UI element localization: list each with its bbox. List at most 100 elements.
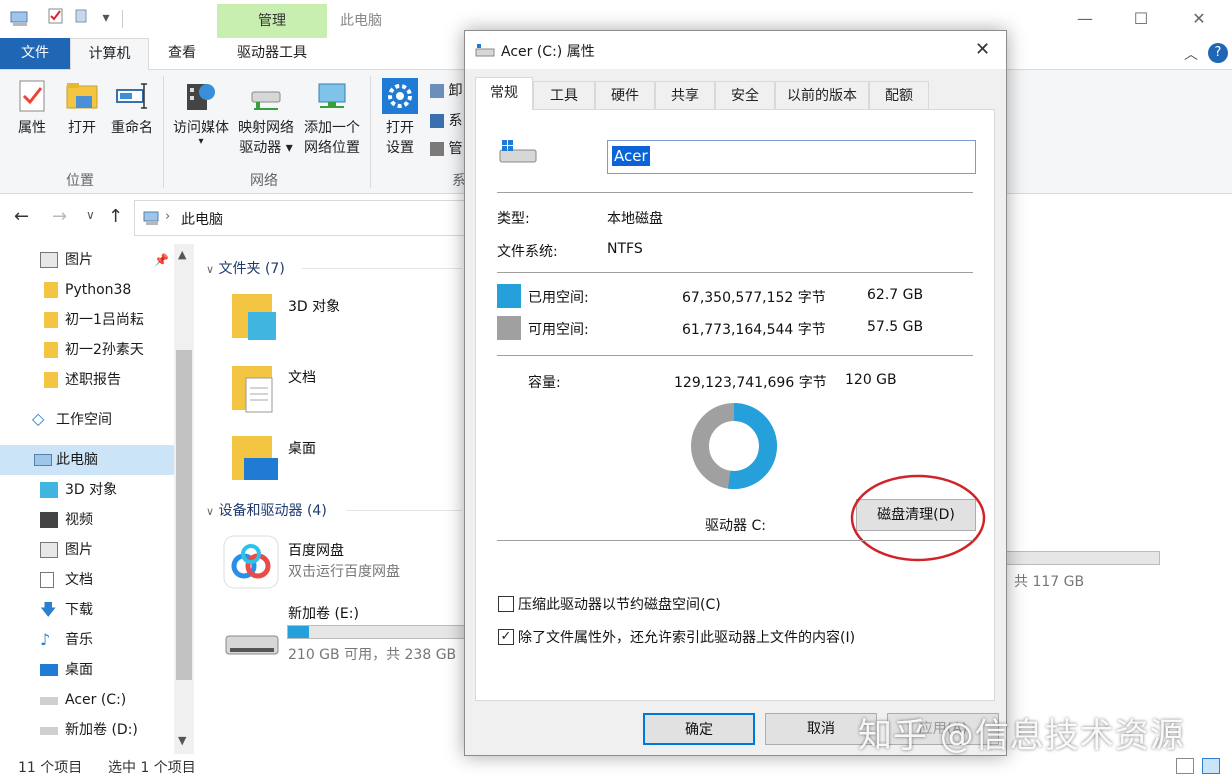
hard-drive-icon: [225, 635, 279, 655]
properties-quick-icon[interactable]: [46, 8, 66, 28]
separator: [497, 540, 973, 541]
capacity-label: 容量:: [528, 375, 561, 391]
tiles-view-icon[interactable]: [1202, 758, 1220, 774]
nav-item-pictures[interactable]: 图片: [0, 535, 174, 565]
back-icon[interactable]: ←: [14, 206, 29, 227]
add-network-location-button[interactable]: 添加一个 网络位置: [300, 78, 364, 158]
scroll-up-icon[interactable]: ▲: [178, 248, 186, 261]
rename-icon: [116, 83, 147, 109]
nav-item-drive-d[interactable]: 新加卷 (D:): [0, 715, 174, 745]
device-sub: 双击运行百度网盘: [288, 564, 400, 580]
folder-icon: [44, 342, 58, 358]
open-settings-label-2: 设置: [386, 140, 414, 156]
nav-item-music[interactable]: ♪ 音乐: [0, 625, 174, 655]
nav-item-report[interactable]: 述职报告: [0, 365, 174, 395]
minimize-button[interactable]: —: [1062, 2, 1108, 36]
manage-item[interactable]: 管: [430, 138, 462, 158]
index-checkbox[interactable]: ✓: [498, 629, 514, 645]
manage-label-partial: 管: [448, 141, 463, 157]
uninstall-program-item[interactable]: 卸: [430, 80, 462, 100]
access-media-button[interactable]: 访问媒体 ▾: [170, 78, 232, 147]
pin-icon[interactable]: 📌: [154, 245, 169, 275]
tab-view[interactable]: 查看: [152, 38, 212, 69]
open-button[interactable]: 打开: [60, 78, 104, 138]
properties-label: 属性: [18, 120, 46, 136]
nav-scrollbar[interactable]: ▲ ▼: [174, 244, 194, 754]
nav-label: 图片: [65, 252, 93, 268]
tab-computer[interactable]: 计算机: [70, 38, 149, 71]
nav-item-downloads[interactable]: 🡇 下载: [0, 595, 174, 625]
maximize-button[interactable]: ☐: [1118, 2, 1164, 36]
scroll-down-icon[interactable]: ▼: [178, 734, 186, 747]
dialog-close-icon[interactable]: ✕: [975, 39, 990, 60]
nav-item-desktop[interactable]: 桌面: [0, 655, 174, 685]
properties-button[interactable]: 属性: [10, 78, 54, 138]
nav-item-3d-objects[interactable]: 3D 对象: [0, 475, 174, 505]
up-icon[interactable]: ↑: [108, 206, 123, 227]
nav-item-drive-c[interactable]: Acer (C:): [0, 685, 174, 715]
address-bar[interactable]: › 此电脑: [134, 200, 474, 236]
filesystem-label: 文件系统:: [497, 244, 558, 260]
disk-usage-donut: [691, 403, 777, 489]
folders-section-header[interactable]: ∨ 文件夹 (7): [206, 258, 285, 278]
customize-quick-access-icon[interactable]: ▾: [96, 8, 116, 28]
devices-section-header[interactable]: ∨ 设备和驱动器 (4): [206, 500, 327, 520]
divider: [122, 10, 123, 28]
nav-item-documents[interactable]: 文档: [0, 565, 174, 595]
type-label: 类型:: [497, 211, 530, 227]
tab-file[interactable]: 文件: [0, 38, 70, 69]
tab-previous-versions[interactable]: 以前的版本: [775, 81, 869, 109]
access-media-label: 访问媒体: [173, 120, 229, 136]
selection-count: 选中 1 个项目: [108, 760, 196, 776]
close-button[interactable]: ✕: [1176, 2, 1222, 36]
drive-name-input[interactable]: Acer: [607, 140, 976, 174]
capacity-bytes: 129,123,741,696 字节: [674, 375, 827, 391]
recent-locations-icon[interactable]: ∨: [86, 208, 95, 222]
rename-button[interactable]: 重命名: [106, 78, 158, 138]
nav-label: 视频: [65, 512, 93, 528]
nav-item-this-pc[interactable]: 此电脑: [0, 445, 174, 475]
used-space-label: 已用空间:: [528, 290, 589, 306]
filesystem-value: NTFS: [607, 241, 643, 257]
tab-drive-tools[interactable]: 驱动器工具: [217, 38, 327, 69]
section-divider: [346, 510, 462, 511]
nav-item-videos[interactable]: 视频: [0, 505, 174, 535]
map-network-drive-button[interactable]: 映射网络 驱动器 ▾: [234, 78, 298, 158]
folder-name: 3D 对象: [288, 299, 341, 315]
scroll-thumb[interactable]: [176, 350, 192, 680]
navigation-pane: 图片 📌 Python38 初一1吕尚耘 初一2孙素天 述职报告 ◇ 工作空间 …: [0, 244, 194, 754]
folder-icon: [44, 372, 58, 388]
system-properties-item[interactable]: 系: [430, 110, 462, 130]
nav-label: 3D 对象: [65, 482, 118, 498]
devices-header-label: 设备和驱动器 (4): [218, 503, 327, 519]
index-label: 除了文件属性外，还允许索引此驱动器上文件的内容(I): [518, 630, 856, 646]
drive-c-icon: [40, 697, 58, 705]
nav-item-workspace[interactable]: ◇ 工作空间: [0, 405, 174, 435]
manage-icon: [430, 142, 444, 156]
nav-label: 桌面: [65, 662, 93, 678]
tab-tools[interactable]: 工具: [533, 81, 595, 109]
details-view-icon[interactable]: [1176, 758, 1194, 774]
collapse-ribbon-icon[interactable]: ︿: [1184, 44, 1198, 64]
nav-item-pictures-pinned[interactable]: 图片 📌: [0, 245, 174, 275]
drive-properties-dialog: Acer (C:) 属性 ✕ 常规 工具 硬件 共享 安全 以前的版本 配额 A…: [464, 30, 1007, 756]
help-icon[interactable]: ?: [1208, 43, 1228, 63]
tab-quota[interactable]: 配额: [869, 81, 929, 109]
nav-label: 下载: [65, 602, 93, 618]
used-space-gb: 62.7 GB: [867, 287, 924, 303]
3d-objects-icon: [40, 482, 58, 498]
nav-item-folder-2[interactable]: 初一2孙素天: [0, 335, 174, 365]
new-folder-quick-icon[interactable]: [72, 8, 92, 28]
nav-item-python38[interactable]: Python38: [0, 275, 174, 305]
tab-general[interactable]: 常规: [475, 77, 533, 110]
ok-button[interactable]: 确定: [643, 713, 755, 745]
tab-hardware[interactable]: 硬件: [595, 81, 655, 109]
tab-sharing[interactable]: 共享: [655, 81, 715, 109]
forward-icon[interactable]: →: [52, 206, 67, 227]
open-settings-button[interactable]: 打开 设置: [378, 78, 422, 158]
nav-item-folder-1[interactable]: 初一1吕尚耘: [0, 305, 174, 335]
compress-checkbox[interactable]: [498, 596, 514, 612]
device-name: 新加卷 (E:): [288, 606, 359, 622]
device-sub-partial: ，共 117 GB: [1000, 574, 1085, 590]
tab-security[interactable]: 安全: [715, 81, 775, 109]
